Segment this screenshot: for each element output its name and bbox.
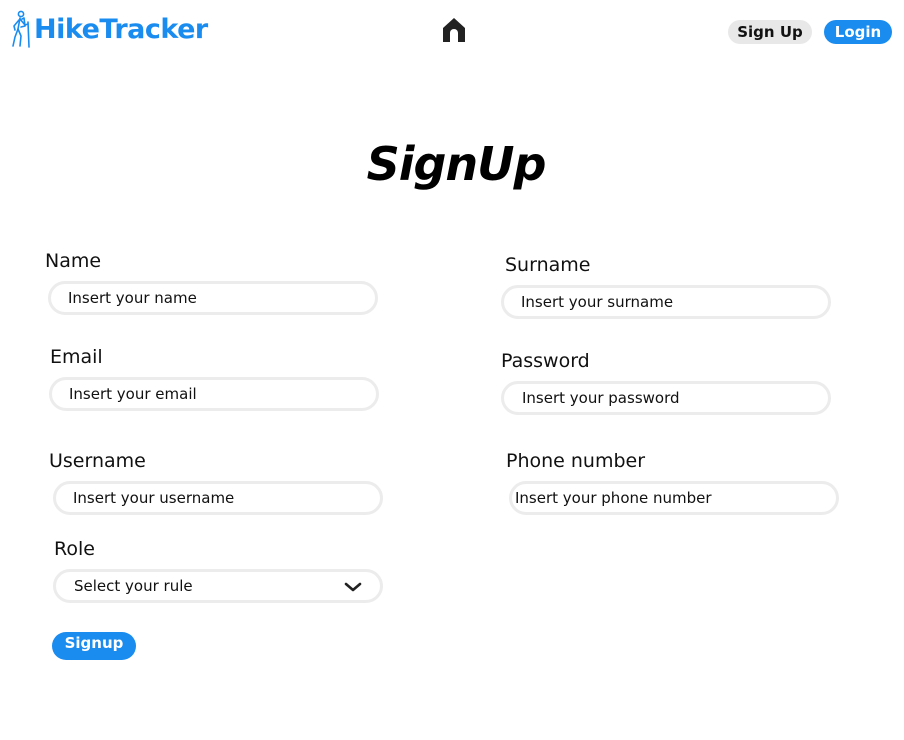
email-input[interactable] (49, 377, 379, 411)
phone-label: Phone number (506, 450, 646, 472)
logo[interactable]: HikeTracker (10, 10, 208, 48)
name-label: Name (45, 250, 102, 272)
nav-login-button[interactable]: Login (824, 20, 892, 44)
phone-input[interactable] (509, 481, 839, 515)
logo-text: HikeTracker (34, 13, 208, 45)
role-select-value: Select your rule (74, 577, 193, 595)
role-select[interactable]: Select your rule (53, 569, 383, 603)
nav-signup-button[interactable]: Sign Up (728, 20, 812, 44)
password-input[interactable] (501, 381, 831, 415)
username-input[interactable] (53, 481, 383, 515)
signup-submit-button[interactable]: Signup (52, 632, 136, 660)
surname-label: Surname (505, 254, 591, 276)
page-title: SignUp (366, 137, 547, 191)
hiker-icon (12, 10, 30, 48)
role-label: Role (54, 538, 95, 560)
surname-input[interactable] (501, 285, 831, 319)
username-label: Username (49, 450, 146, 472)
email-label: Email (50, 346, 103, 368)
home-icon[interactable] (442, 17, 466, 43)
chevron-down-icon (344, 582, 362, 592)
password-label: Password (501, 350, 590, 372)
signup-page: HikeTracker Sign Up Login SignUp Name Em… (0, 0, 904, 740)
name-input[interactable] (48, 281, 378, 315)
